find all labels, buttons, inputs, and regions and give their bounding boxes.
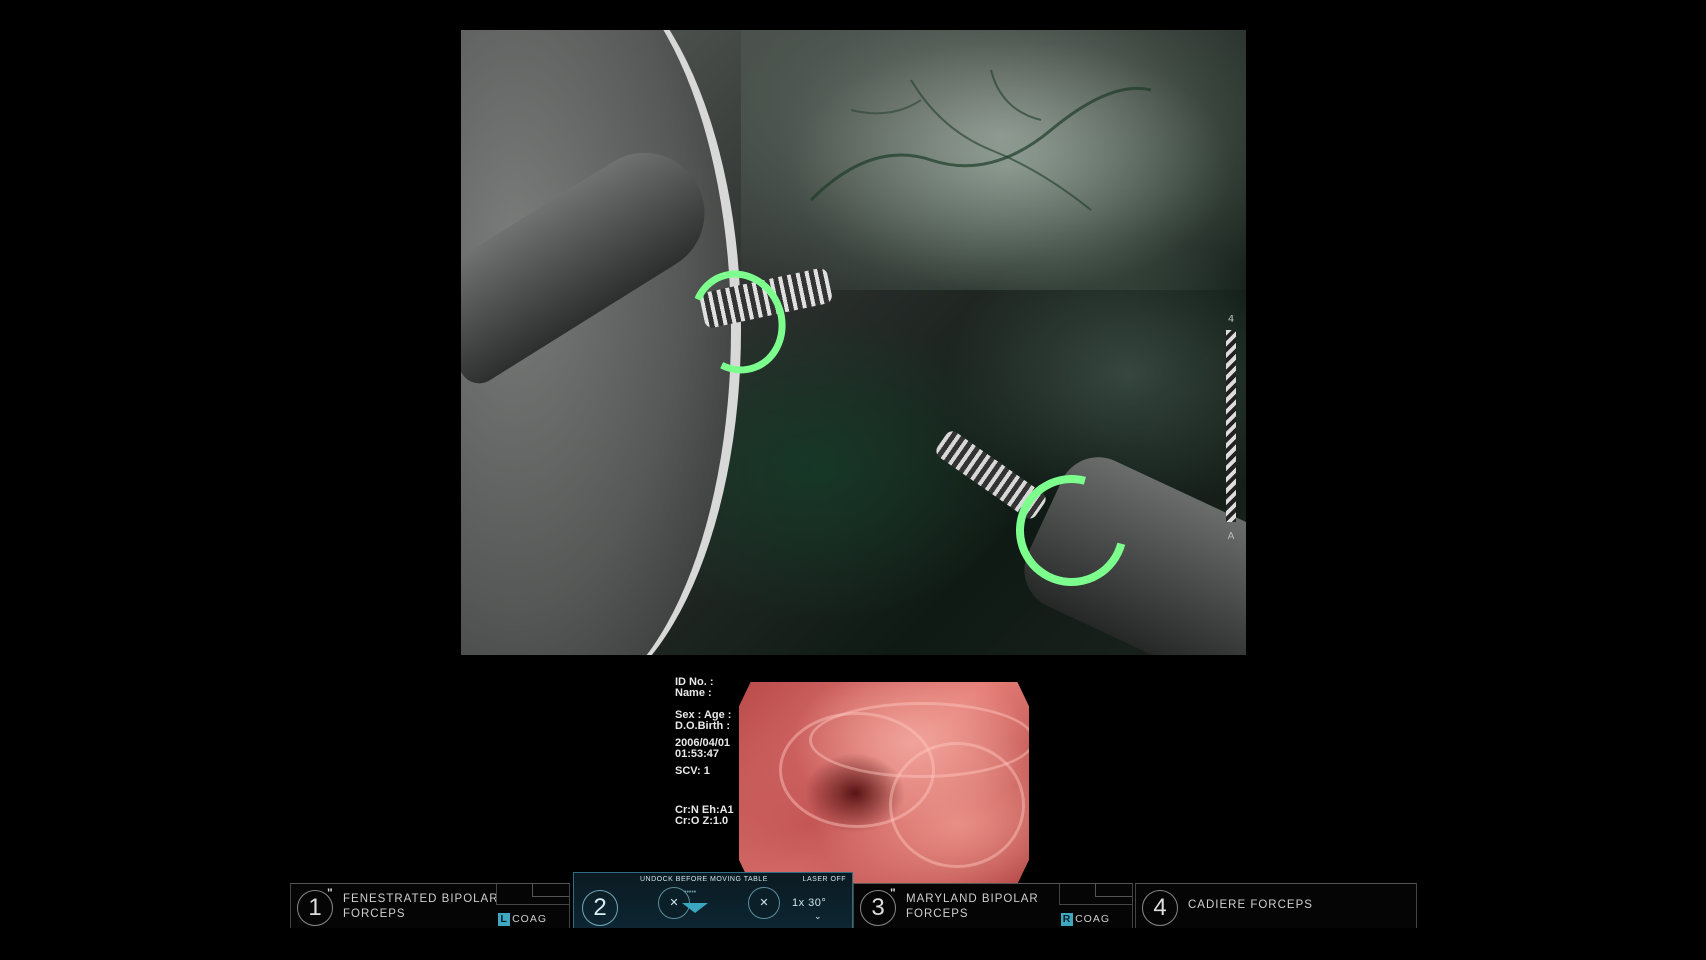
secondary-endoscope-view xyxy=(739,682,1029,884)
energy-indicator: R COAG xyxy=(1061,913,1110,926)
depth-scale-bar: 4 A xyxy=(1223,314,1239,542)
instrument-name: FENESTRATED BIPOLAR FORCEPS xyxy=(343,893,499,920)
instrument-slot-4[interactable]: 4 CADIERE FORCEPS xyxy=(1135,883,1417,928)
chevron-down-icon: ⌄ xyxy=(814,911,822,921)
camera-slot[interactable]: UNDOCK BEFORE MOVING TABLE LASER OFF 2 ✕… xyxy=(573,872,853,928)
slot-marker: " xyxy=(327,886,333,900)
laser-status: LASER OFF xyxy=(802,876,846,883)
slot-number: 4 xyxy=(1142,890,1178,926)
camera-control-right-icon[interactable]: ✕ xyxy=(748,887,780,919)
slot-status-box xyxy=(1059,884,1132,905)
energy-mode-label: COAG xyxy=(512,913,547,925)
camera-faint-label: ••••• xyxy=(684,889,697,896)
energy-pedal-letter: L xyxy=(498,913,511,926)
inset-fold xyxy=(809,702,1029,778)
name-label: Name : xyxy=(675,687,712,699)
scale-top-label: 4 xyxy=(1227,314,1235,325)
instrument-slot-1[interactable]: 1 " FENESTRATED BIPOLAR FORCEPS L COAG xyxy=(290,883,570,928)
energy-mode-label: COAG xyxy=(1075,913,1110,925)
instrument-status-bar: 1 " FENESTRATED BIPOLAR FORCEPS L COAG UN… xyxy=(290,872,1417,928)
slot-status-box xyxy=(496,884,569,905)
scale-bottom-label: A xyxy=(1227,531,1235,542)
camera-zoom-angle: 1x 30° xyxy=(792,897,827,909)
undock-warning: UNDOCK BEFORE MOVING TABLE xyxy=(640,876,768,883)
slot-marker: " xyxy=(890,886,896,900)
instrument-name: CADIERE FORCEPS xyxy=(1188,899,1313,911)
camera-slot-number: 2 xyxy=(582,890,618,926)
instrument-name: MARYLAND BIPOLAR FORCEPS xyxy=(906,893,1039,920)
scale-stripes xyxy=(1226,330,1236,522)
energy-pedal-letter: R xyxy=(1061,913,1074,926)
energy-indicator: L COAG xyxy=(498,913,547,926)
vessel-network xyxy=(809,69,1152,211)
main-endoscope-view: 4 A xyxy=(461,30,1246,655)
instrument-slot-3[interactable]: 3 " MARYLAND BIPOLAR FORCEPS R COAG xyxy=(853,883,1133,928)
